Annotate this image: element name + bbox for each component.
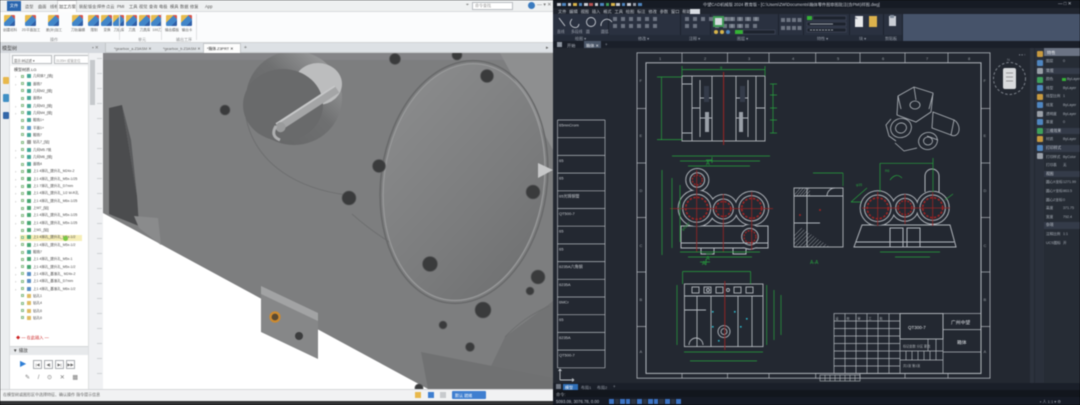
svg-text:QT300-7: QT300-7 (908, 325, 926, 330)
svg-text:R6: R6 (885, 169, 890, 173)
svg-text:圆: 圆 (586, 30, 590, 34)
svg-text:A-A: A-A (810, 260, 819, 266)
svg-text:箱体: 箱体 (957, 339, 967, 346)
svg-text:工: 工 (869, 317, 872, 321)
svg-text:多段线: 多段线 (571, 29, 583, 34)
svg-text:批: 批 (880, 316, 883, 321)
svg-text:共1张 第1张: 共1张 第1张 (903, 363, 921, 368)
svg-text:A: A (706, 161, 710, 167)
svg-text:标记处数 分区 更改: 标记处数 分区 更改 (903, 344, 931, 349)
svg-text:N: N (1007, 57, 1010, 62)
svg-text:φ: φ (720, 66, 723, 70)
svg-text:设: 设 (836, 316, 839, 321)
svg-text:A: A (706, 256, 710, 262)
svg-text:A: A (702, 261, 706, 267)
svg-text:校: 校 (847, 316, 850, 321)
svg-text:φ35: φ35 (856, 183, 862, 187)
svg-text:广州中望: 广州中望 (951, 319, 970, 326)
svg-text:审: 审 (858, 316, 861, 321)
svg-text:直线: 直线 (557, 29, 565, 34)
svg-text:圆弧: 圆弧 (601, 29, 609, 34)
